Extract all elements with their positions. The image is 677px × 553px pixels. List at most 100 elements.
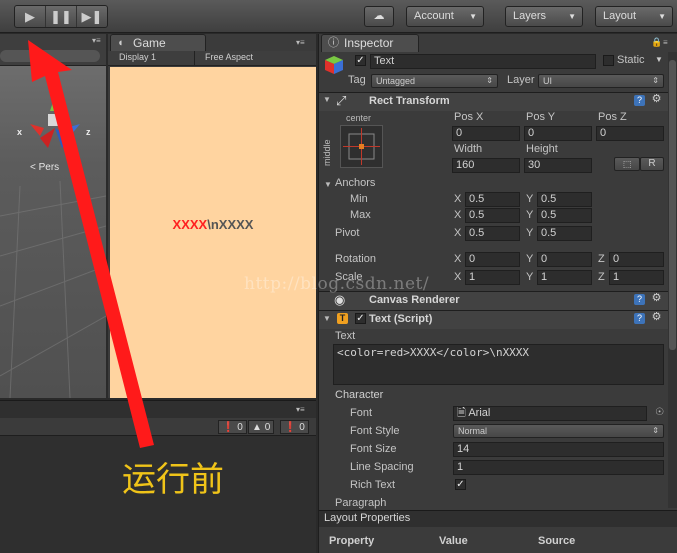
x-label: X: [454, 227, 462, 239]
x-label: X: [454, 253, 462, 265]
chevron-down-icon[interactable]: ▼: [655, 55, 663, 64]
tab-inspector[interactable]: ⓘ Inspector: [321, 34, 419, 52]
play-icon[interactable]: ▶: [15, 6, 46, 27]
font-object-field[interactable]: 🗎 Arial: [453, 406, 647, 421]
account-dropdown[interactable]: Account ▼: [406, 6, 484, 27]
layer-dropdown[interactable]: UI ⇕: [538, 74, 664, 88]
font-style-dropdown[interactable]: Normal ⇕: [453, 424, 664, 438]
layout-dropdown[interactable]: Layout ▼: [595, 6, 673, 27]
pos-y-label: Pos Y: [526, 111, 556, 123]
pos-y-input[interactable]: 0: [524, 126, 592, 141]
anchor-min-x-input[interactable]: 0.5: [465, 192, 520, 207]
chevron-updown-icon: ⇕: [652, 76, 659, 85]
text-enabled-checkbox[interactable]: ✓: [355, 313, 366, 324]
display-dropdown[interactable]: Display 1: [119, 52, 156, 62]
console-warning-toggle[interactable]: ▲ 0: [248, 420, 275, 434]
layer-label: Layer: [507, 74, 535, 86]
anchor-presets-button[interactable]: [340, 125, 383, 168]
blueprint-mode-button[interactable]: ⬚: [614, 157, 640, 171]
foldout-icon[interactable]: ▼: [323, 95, 331, 104]
scene-gizmo[interactable]: [0, 66, 106, 398]
scale-x-input[interactable]: 1: [465, 270, 520, 285]
warning-count: 0: [264, 422, 271, 433]
object-picker-icon[interactable]: ☉: [655, 407, 664, 418]
panel-menu-icon[interactable]: ▾≡: [296, 405, 305, 414]
perspective-label[interactable]: < Pers: [30, 162, 59, 173]
eye-icon: ◉: [334, 292, 346, 307]
object-name-input[interactable]: Text: [370, 54, 596, 69]
inspector-scrollbar-thumb[interactable]: [669, 60, 676, 350]
help-book-icon[interactable]: ?: [634, 294, 645, 305]
help-book-icon[interactable]: ?: [634, 95, 645, 106]
column-value: Value: [439, 535, 468, 547]
height-label: Height: [526, 143, 558, 155]
font-style-value: Normal: [458, 426, 488, 436]
panel-menu-icon[interactable]: ▾≡: [296, 38, 305, 47]
text-content-textarea[interactable]: <color=red>XXXX</color>\nXXXX: [333, 344, 664, 385]
rich-text-rest: \nXXXX: [207, 217, 254, 232]
scene-view[interactable]: x z < Pers: [0, 66, 106, 398]
panel-menu-icon[interactable]: ≡: [663, 38, 668, 47]
pos-x-input[interactable]: 0: [452, 126, 520, 141]
cloud-icon: ☁: [373, 10, 385, 22]
cloud-button[interactable]: ☁: [364, 6, 394, 27]
pos-z-input[interactable]: 0: [596, 126, 664, 141]
panel-menu-icon[interactable]: ▾≡: [92, 36, 101, 45]
line-spacing-input[interactable]: 1: [453, 460, 664, 475]
text-component-icon: T: [337, 313, 348, 324]
game-view[interactable]: [110, 67, 316, 398]
rich-text-checkbox[interactable]: ✓: [455, 479, 466, 490]
scale-z-input[interactable]: 1: [609, 270, 664, 285]
height-input[interactable]: 30: [524, 158, 592, 173]
gear-icon[interactable]: ⚙: [651, 312, 662, 323]
anchors-label[interactable]: Anchors: [335, 177, 375, 189]
anchor-min-y-input[interactable]: 0.5: [537, 192, 592, 207]
layout-properties-header[interactable]: Layout Properties: [319, 510, 677, 527]
game-controller-icon: ◖: [117, 37, 124, 49]
foldout-icon[interactable]: ▼: [323, 314, 331, 323]
pause-icon[interactable]: ❚❚: [46, 6, 77, 27]
step-icon[interactable]: ▶❚: [77, 6, 107, 27]
game-toolbar: Display 1 Free Aspect: [108, 51, 316, 66]
anchor-max-label: Max: [350, 209, 371, 221]
anchor-max-y-input[interactable]: 0.5: [537, 208, 592, 223]
rotation-x-input[interactable]: 0: [465, 252, 520, 267]
tag-value: Untagged: [376, 76, 416, 86]
pivot-x-input[interactable]: 0.5: [465, 226, 520, 241]
active-checkbox[interactable]: ✓: [355, 55, 366, 66]
paragraph-section-label: Paragraph: [335, 497, 387, 509]
tab-game[interactable]: ◖ Game: [110, 34, 206, 52]
lock-icon[interactable]: 🔒: [651, 37, 662, 48]
y-label: Y: [526, 227, 534, 239]
layout-label: Layout: [603, 10, 637, 22]
gear-icon[interactable]: ⚙: [651, 94, 662, 105]
text-field-label: Text: [335, 330, 356, 342]
main-toolbar: ▶ ❚❚ ▶❚ ☁ Account ▼ Layers ▼ Layout ▼: [0, 0, 677, 33]
console-error-toggle[interactable]: ❗ 0: [218, 420, 247, 434]
scene-search-input[interactable]: [0, 50, 100, 62]
console-message-toggle[interactable]: ❗ 0: [280, 420, 309, 434]
raw-edit-button[interactable]: R: [640, 157, 664, 171]
rotation-y-input[interactable]: 0: [537, 252, 592, 267]
width-input[interactable]: 160: [452, 158, 520, 173]
help-book-icon[interactable]: ?: [634, 313, 645, 324]
divider: [194, 51, 195, 65]
scale-y-input[interactable]: 1: [537, 270, 592, 285]
static-checkbox[interactable]: [603, 55, 614, 66]
gear-icon[interactable]: ⚙: [651, 293, 662, 304]
pivot-label: Pivot: [335, 227, 360, 239]
anchor-max-x-input[interactable]: 0.5: [465, 208, 520, 223]
layers-dropdown[interactable]: Layers ▼: [505, 6, 583, 27]
y-label: Y: [526, 209, 534, 221]
watermark-text: http://blog.csdn.net/: [244, 274, 430, 294]
aspect-dropdown[interactable]: Free Aspect: [205, 52, 253, 62]
font-size-input[interactable]: 14: [453, 442, 664, 457]
playback-controls: ▶ ❚❚ ▶❚: [14, 5, 108, 28]
rotation-z-input[interactable]: 0: [609, 252, 664, 267]
pivot-y-input[interactable]: 0.5: [537, 226, 592, 241]
tag-dropdown[interactable]: Untagged ⇕: [371, 74, 498, 88]
foldout-icon[interactable]: ▼: [324, 180, 332, 189]
chevron-down-icon: ▼: [568, 12, 576, 21]
anchor-horizontal-label: center: [346, 113, 372, 123]
rich-text-red: XXXX: [172, 217, 208, 232]
